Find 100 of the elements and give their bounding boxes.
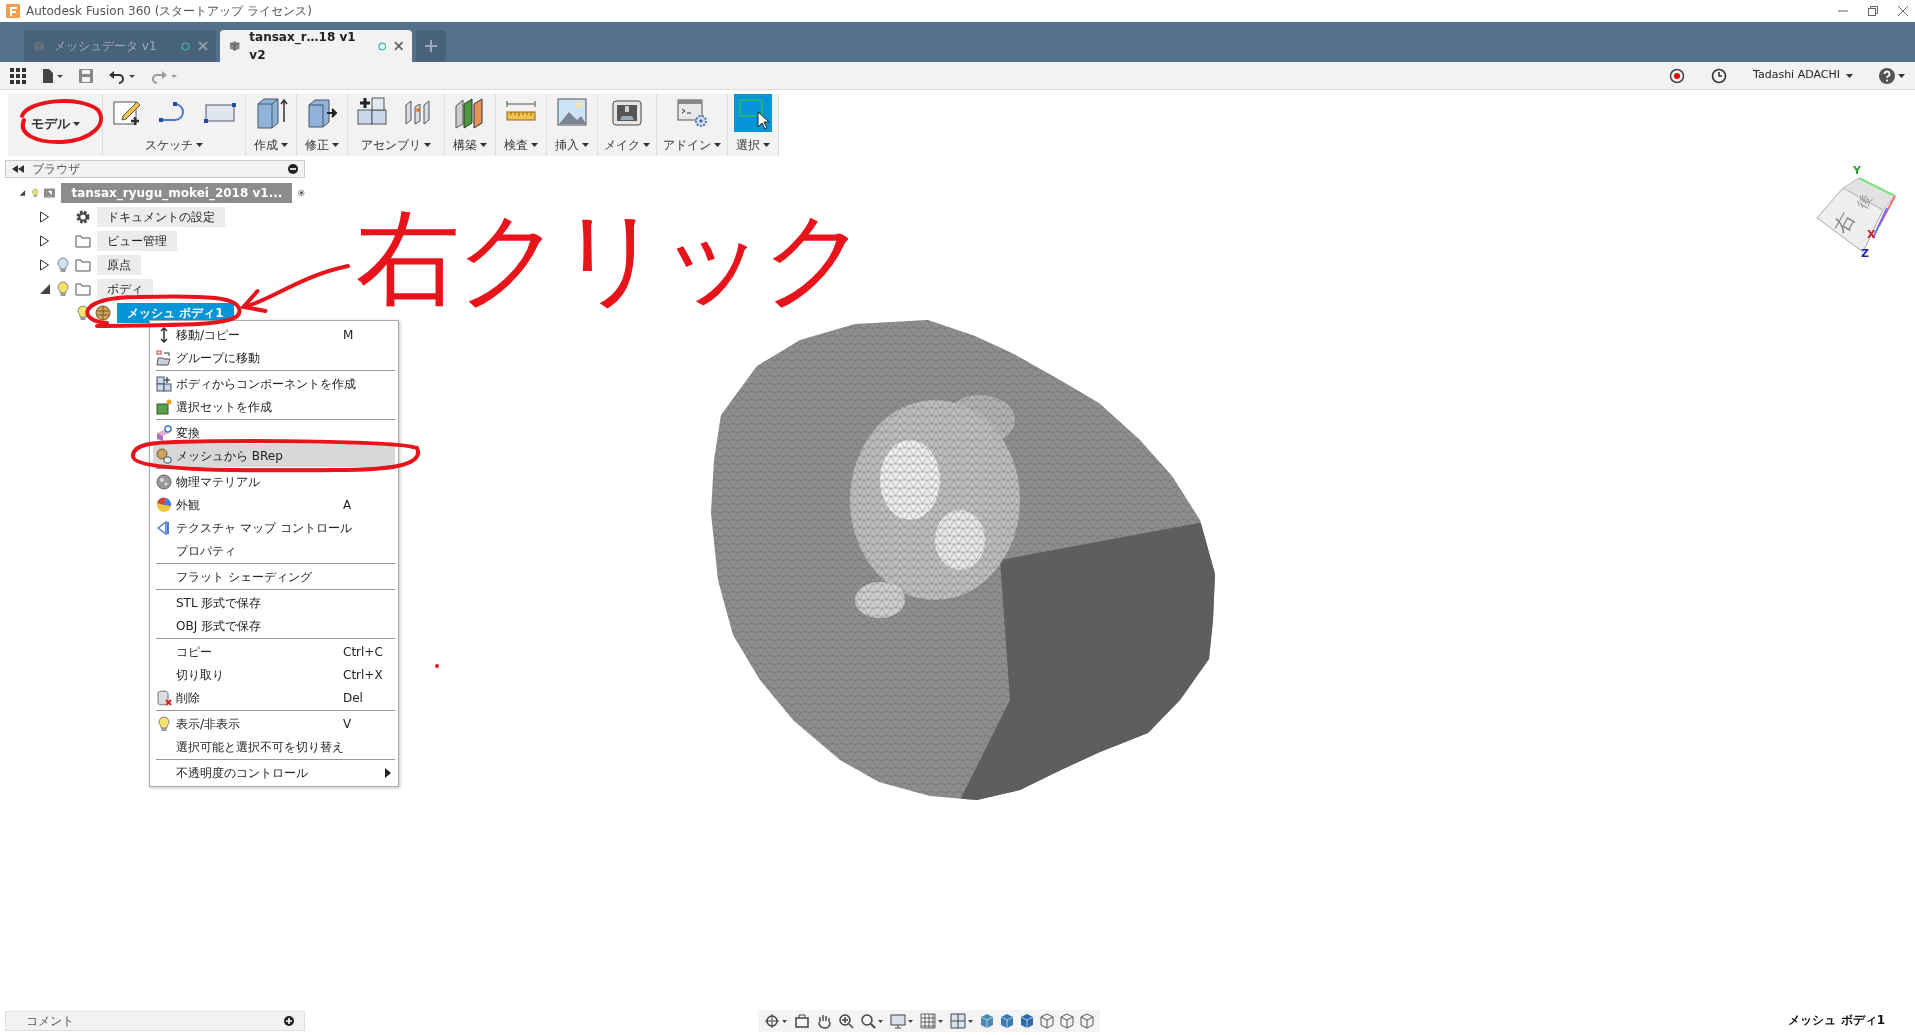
plus-icon <box>425 40 437 52</box>
ribbon-group-dropdown[interactable]: 作成 <box>254 136 288 154</box>
shaded-cube-icon[interactable] <box>980 1013 994 1029</box>
mesh-body-icon <box>95 305 111 321</box>
caret-icon <box>480 143 487 148</box>
fit-zoom-icon[interactable] <box>860 1013 884 1029</box>
minus-circle-icon[interactable] <box>288 164 298 174</box>
cube-icon <box>228 39 242 53</box>
lightbulb-icon[interactable] <box>57 281 69 297</box>
caret-icon <box>281 143 288 148</box>
mesh-to-solid-icon <box>156 447 172 464</box>
texture-map-icon <box>156 519 172 536</box>
menu-item[interactable]: 選択セットを作成 <box>153 395 395 418</box>
caret-icon <box>424 143 431 148</box>
extruded-box-icon <box>254 96 288 130</box>
color-sphere-icon <box>156 496 172 513</box>
close-icon[interactable] <box>394 41 404 51</box>
tree-item[interactable]: ビュー管理 <box>97 231 177 251</box>
close-icon[interactable] <box>1897 5 1909 17</box>
collapsed-triangle-icon[interactable] <box>39 211 51 223</box>
menu-item[interactable]: 物理マテリアル <box>153 470 395 493</box>
shaded-cube-icon[interactable] <box>1020 1013 1034 1029</box>
tree-item[interactable]: 原点 <box>97 255 141 275</box>
menu-item[interactable]: 削除 Del <box>153 686 395 709</box>
status-text: メッシュ ボディ1 <box>1788 1012 1885 1029</box>
viewports-icon[interactable] <box>950 1013 974 1029</box>
component-grid-icon <box>156 375 172 392</box>
workspace-dropdown[interactable]: モデル <box>30 114 80 134</box>
plus-circle-icon[interactable] <box>284 1016 294 1026</box>
gear-icon <box>75 209 91 225</box>
convert-shapes-icon <box>156 424 172 441</box>
cube-icon <box>32 39 46 53</box>
menu-item[interactable]: OBJ 形式で保存 <box>153 614 395 637</box>
menu-item[interactable]: 表示/非表示 V <box>153 712 395 735</box>
target-icon[interactable] <box>298 187 305 199</box>
menu-item[interactable]: ボディからコンポーネントを作成 <box>153 372 395 395</box>
ink-dot <box>435 664 439 668</box>
folder-icon <box>75 281 91 297</box>
tree-item[interactable]: ドキュメントの設定 <box>97 207 225 227</box>
folder-icon <box>75 257 91 273</box>
app-logo-icon <box>6 4 20 18</box>
wireframe-cube-icon[interactable] <box>1040 1013 1054 1029</box>
grid-icon[interactable] <box>920 1013 944 1029</box>
collapse-arrows-icon[interactable] <box>12 165 24 173</box>
ribbon-tool-button[interactable] <box>734 94 772 132</box>
clock-icon[interactable] <box>1711 67 1728 84</box>
zoom-icon[interactable] <box>838 1013 854 1029</box>
look-at-icon[interactable] <box>794 1013 810 1029</box>
menu-item[interactable]: 移動/コピー M <box>153 323 395 346</box>
caret-icon <box>196 143 203 148</box>
menu-item[interactable]: 選択可能と選択不可を切り替え <box>153 735 395 758</box>
menu-item[interactable]: 変換 <box>153 421 395 444</box>
lightbulb-icon[interactable] <box>57 257 69 273</box>
sync-status-icon <box>181 41 190 51</box>
menu-item[interactable]: STL 形式で保存 <box>153 591 395 614</box>
record-icon[interactable] <box>1669 67 1686 84</box>
menu-item[interactable]: コピー Ctrl+C <box>153 640 395 663</box>
help-icon[interactable] <box>1879 67 1905 84</box>
app-grid-icon[interactable] <box>10 67 26 84</box>
save-icon[interactable] <box>78 67 94 84</box>
shaded-cube-icon[interactable] <box>1000 1013 1014 1029</box>
menu-item[interactable]: 不透明度のコントロール <box>153 761 395 784</box>
lightbulb-icon[interactable] <box>77 305 89 321</box>
menu-item[interactable]: フラット シェーディング <box>153 565 395 588</box>
display-settings-icon[interactable] <box>890 1013 914 1029</box>
document-tab[interactable]: tansax_r…18 v1 v2 <box>220 30 412 62</box>
caret-icon <box>763 143 770 148</box>
wireframe-cube-icon[interactable] <box>1060 1013 1074 1029</box>
ribbon-group-dropdown[interactable]: 挿入 <box>555 136 589 154</box>
selection-set-icon <box>156 398 172 415</box>
delete-cylinder-icon <box>156 689 172 706</box>
menu-item[interactable]: テクスチャ マップ コントロール <box>153 516 395 539</box>
panel-title: ブラウザ <box>32 161 81 178</box>
ribbon-group-dropdown[interactable]: 検査 <box>504 136 538 154</box>
push-pull-box-icon <box>305 96 339 130</box>
menu-item[interactable]: プロパティ <box>153 539 395 562</box>
handwritten-note: 右クリック <box>356 206 864 310</box>
menu-item[interactable]: メッシュから BRep <box>153 444 395 467</box>
caret-icon <box>332 143 339 148</box>
caret-icon <box>531 143 538 148</box>
folder-icon <box>75 233 91 249</box>
ribbon-group-dropdown[interactable]: 選択 <box>736 136 770 154</box>
material-sphere-icon <box>156 473 172 490</box>
new-tab-button[interactable] <box>416 30 446 62</box>
menu-item[interactable]: 外観 A <box>153 493 395 516</box>
orbit-icon[interactable] <box>764 1013 788 1029</box>
collapsed-triangle-icon[interactable] <box>39 235 51 247</box>
menu-item[interactable]: 切り取り Ctrl+X <box>153 663 395 686</box>
ribbon-group-dropdown[interactable]: 修正 <box>305 136 339 154</box>
restore-icon[interactable] <box>1867 5 1879 17</box>
ribbon-group-dropdown[interactable]: スケッチ <box>145 136 203 154</box>
ribbon-group-dropdown[interactable]: 構築 <box>453 136 487 154</box>
user-menu[interactable]: Tadashi ADACHI <box>1753 67 1853 84</box>
menu-item[interactable]: グループに移動 <box>153 346 395 369</box>
pan-hand-icon[interactable] <box>816 1013 832 1029</box>
selection-cursor-icon <box>736 96 770 130</box>
expanded-triangle-icon[interactable] <box>39 283 51 295</box>
file-menu-icon[interactable] <box>40 67 64 84</box>
wireframe-cube-icon[interactable] <box>1080 1013 1094 1029</box>
collapsed-triangle-icon[interactable] <box>39 259 51 271</box>
